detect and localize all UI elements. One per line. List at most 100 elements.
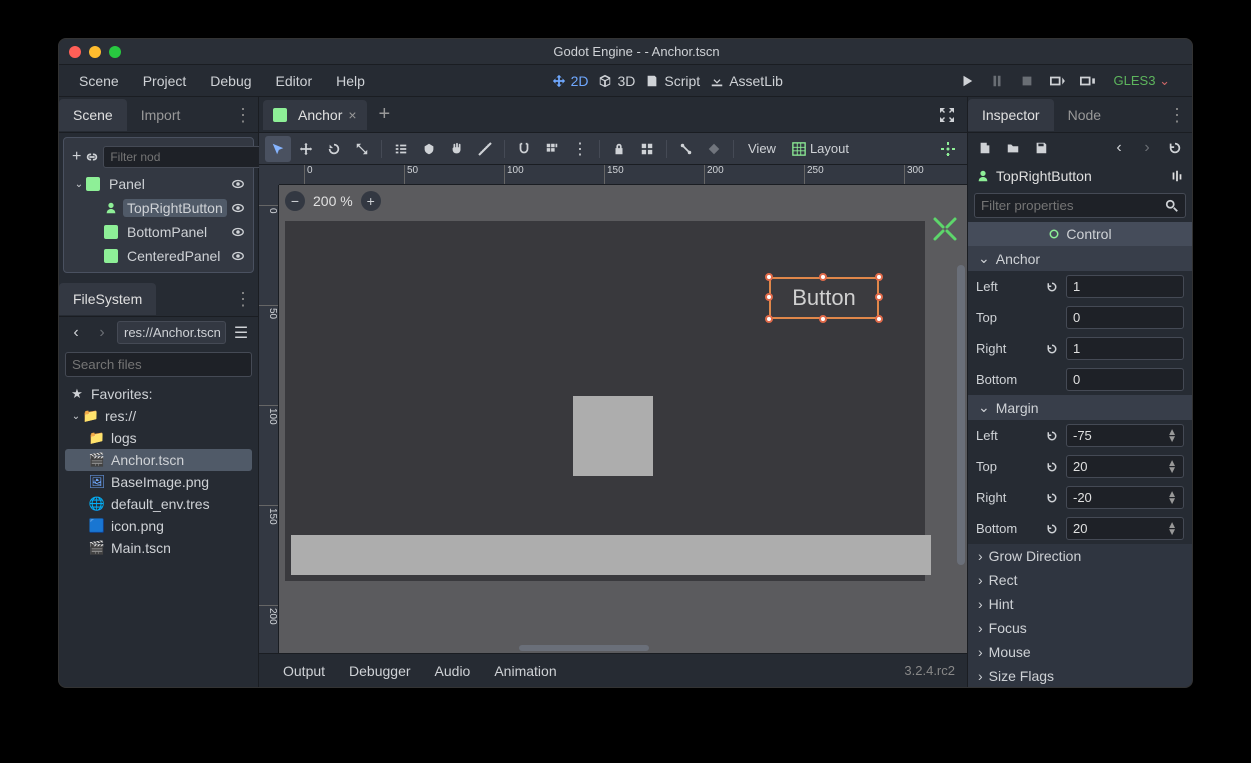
ruler-tool[interactable] (472, 136, 498, 162)
prop-value-input[interactable]: 0 (1066, 306, 1184, 329)
select-tool[interactable] (265, 136, 291, 162)
fs-path-field[interactable]: res://Anchor.tscn (117, 321, 226, 344)
tab-inspector[interactable]: Inspector (968, 99, 1054, 131)
play-custom-button[interactable] (1078, 72, 1096, 90)
scene-node-bottompanel[interactable]: BottomPanel (68, 220, 249, 244)
dock-menu-icon[interactable]: ⋮ (228, 109, 258, 121)
mode-3d[interactable]: 3D (598, 73, 635, 89)
move-tool[interactable] (293, 136, 319, 162)
reset-button[interactable] (1046, 523, 1066, 535)
fs-item-main-tscn[interactable]: 🎬Main.tscn (65, 537, 252, 559)
scene-node-toprightbutton[interactable]: TopRightButton (68, 196, 249, 220)
tab-anchor-scene[interactable]: Anchor × (263, 100, 367, 130)
mode-script[interactable]: Script (645, 73, 700, 89)
mode-2d[interactable]: 2D (552, 73, 589, 89)
grid-snap-toggle[interactable] (539, 136, 565, 162)
centered-panel-preview[interactable] (573, 396, 653, 476)
view-menu[interactable]: View (740, 141, 784, 156)
snap-options[interactable]: ⋮ (567, 136, 593, 162)
section-mouse[interactable]: › Mouse (968, 640, 1192, 664)
visibility-toggle[interactable] (231, 177, 245, 191)
prop-value-input[interactable]: 20▲▼ (1066, 517, 1184, 540)
spinner-icon[interactable]: ▲▼ (1167, 522, 1177, 536)
expander-icon[interactable]: ⌄ (72, 179, 86, 190)
dock-menu-icon[interactable]: ⋮ (1162, 109, 1192, 121)
reset-button[interactable] (1046, 461, 1066, 473)
prop-value-input[interactable]: 1 (1066, 337, 1184, 360)
new-tab-button[interactable]: + (371, 103, 399, 126)
tab-filesystem[interactable]: FileSystem (59, 283, 156, 315)
close-tab-icon[interactable]: × (348, 107, 356, 123)
reset-button[interactable] (1046, 281, 1066, 293)
section-hint[interactable]: › Hint (968, 592, 1192, 616)
spinner-icon[interactable]: ▲▼ (1167, 491, 1177, 505)
visibility-toggle[interactable] (231, 249, 245, 263)
tab-debugger[interactable]: Debugger (337, 657, 423, 685)
menu-editor[interactable]: Editor (264, 67, 325, 95)
inspector-class-control[interactable]: Control (968, 222, 1192, 246)
insp-save-button[interactable] (1032, 139, 1050, 157)
pan-tool[interactable] (444, 136, 470, 162)
link-node-button[interactable] (85, 146, 99, 168)
inspector-filter-input[interactable] (981, 198, 1165, 213)
fs-split-button[interactable]: ☰ (230, 322, 252, 344)
insp-history-button[interactable] (1166, 139, 1184, 157)
play-button[interactable] (958, 72, 976, 90)
zoom-in-button[interactable]: + (361, 191, 381, 211)
sliders-icon[interactable] (1170, 169, 1184, 183)
play-scene-button[interactable] (1048, 72, 1066, 90)
list-select-tool[interactable] (388, 136, 414, 162)
fs-item-baseimage-png[interactable]: 🖼BaseImage.png (65, 471, 252, 493)
reset-button[interactable] (1046, 343, 1066, 355)
fs-back-button[interactable]: ‹ (65, 322, 87, 344)
scene-node-panel[interactable]: ⌄Panel (68, 172, 249, 196)
reset-button[interactable] (1046, 492, 1066, 504)
prop-value-input[interactable]: 1 (1066, 275, 1184, 298)
mode-assetlib[interactable]: AssetLib (710, 73, 783, 89)
close-icon[interactable] (69, 46, 81, 58)
insp-fwd-button[interactable]: › (1138, 139, 1156, 157)
tab-node[interactable]: Node (1054, 99, 1115, 131)
insp-back-button[interactable]: ‹ (1110, 139, 1128, 157)
scrollbar-horizontal[interactable] (519, 645, 649, 651)
fs-item-anchor-tscn[interactable]: 🎬Anchor.tscn (65, 449, 252, 471)
panel-node-preview[interactable]: Button (285, 221, 925, 581)
scale-tool[interactable] (349, 136, 375, 162)
tab-animation[interactable]: Animation (482, 657, 568, 685)
section-grow-direction[interactable]: › Grow Direction (968, 544, 1192, 568)
section-margin[interactable]: ⌄ Margin (968, 395, 1192, 420)
tab-import[interactable]: Import (127, 99, 195, 131)
tab-output[interactable]: Output (271, 657, 337, 685)
expander-icon[interactable]: ⌄ (69, 411, 83, 422)
fs-search-input[interactable] (72, 357, 249, 372)
spinner-icon[interactable]: ▲▼ (1167, 460, 1177, 474)
lock-tool-2[interactable] (416, 136, 442, 162)
prop-value-input[interactable]: -20▲▼ (1066, 486, 1184, 509)
stop-button[interactable] (1018, 72, 1036, 90)
zoom-out-button[interactable]: − (285, 191, 305, 211)
prop-value-input[interactable]: 20▲▼ (1066, 455, 1184, 478)
fs-item-default_env-tres[interactable]: 🌐default_env.tres (65, 493, 252, 515)
snap-toggle[interactable] (511, 136, 537, 162)
fs-root[interactable]: ⌄ 📁 res:// (65, 405, 252, 427)
menu-scene[interactable]: Scene (67, 67, 131, 95)
section-rect[interactable]: › Rect (968, 568, 1192, 592)
tab-audio[interactable]: Audio (423, 657, 483, 685)
anchor-preset-button[interactable] (935, 136, 961, 162)
minimize-icon[interactable] (89, 46, 101, 58)
visibility-toggle[interactable] (231, 201, 245, 215)
expand-viewport-button[interactable] (931, 107, 963, 123)
tab-scene[interactable]: Scene (59, 99, 127, 131)
lock-button[interactable] (606, 136, 632, 162)
anim-key-button[interactable] (701, 136, 727, 162)
inspector-object-row[interactable]: TopRightButton (968, 163, 1192, 189)
fs-item-icon-png[interactable]: 🟦icon.png (65, 515, 252, 537)
section-anchor[interactable]: ⌄ Anchor (968, 246, 1192, 271)
pause-button[interactable] (988, 72, 1006, 90)
fs-favorites[interactable]: ★ Favorites: (65, 383, 252, 405)
bone-button[interactable] (673, 136, 699, 162)
insp-new-button[interactable] (976, 139, 994, 157)
menu-debug[interactable]: Debug (198, 67, 263, 95)
layout-button[interactable]: Layout (786, 136, 855, 162)
reset-button[interactable] (1046, 430, 1066, 442)
